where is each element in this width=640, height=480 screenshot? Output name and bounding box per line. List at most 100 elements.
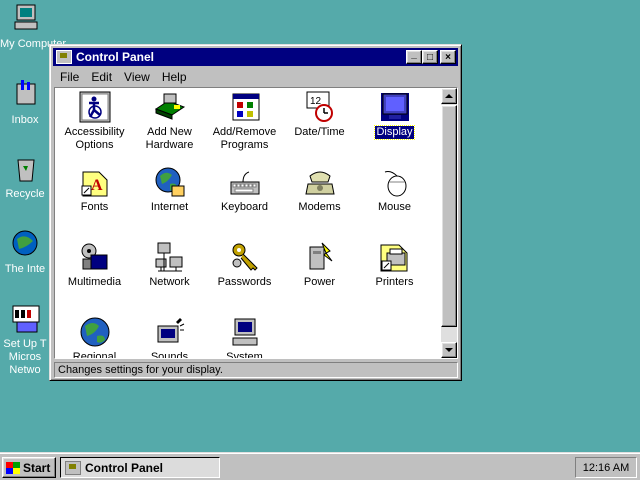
fonts-icon: A (79, 166, 111, 198)
close-icon: × (445, 51, 451, 63)
cp-item-label: System (226, 351, 263, 359)
cp-item-label: Programs (220, 139, 269, 151)
control-panel-icon[interactable] (56, 50, 72, 64)
menu-file[interactable]: File (54, 70, 85, 84)
cp-item-label: Regional (72, 351, 117, 359)
cp-item-add-remove-programs[interactable]: Add/Remove Programs (207, 91, 282, 152)
cp-item-sounds[interactable]: Sounds (132, 316, 207, 359)
cp-item-label: Mouse (377, 201, 412, 213)
window-title: Control Panel (76, 50, 155, 64)
cp-item-label: Add/Remove (212, 126, 277, 138)
minimize-icon: _ (411, 48, 417, 60)
cp-item-label: Sounds (150, 351, 189, 359)
cp-item-add-new-hardware[interactable]: Add New Hardware (132, 91, 207, 152)
internet-explorer-icon (9, 227, 41, 259)
desktop-icon-my-computer[interactable]: My Computer (0, 2, 67, 51)
desktop-icon-label: Recycle (5, 188, 45, 200)
menu-help[interactable]: Help (156, 70, 193, 84)
cp-item-label: Keyboard (220, 201, 269, 213)
svg-text:A: A (91, 177, 103, 194)
desktop-icon-internet[interactable]: The Inte (0, 227, 50, 276)
cp-item-label: Printers (375, 276, 414, 288)
scroll-down-button[interactable] (441, 342, 457, 358)
cp-item-system[interactable]: System (207, 316, 282, 359)
modem-icon (304, 166, 336, 198)
desktop-icon-label: Inbox (11, 114, 39, 126)
menu-bar: File Edit View Help (54, 68, 193, 86)
cp-item-date-time[interactable]: 12 Date/Time (282, 91, 357, 139)
network-icon (154, 241, 186, 273)
cp-item-label: Multimedia (67, 276, 122, 288)
title-bar[interactable]: Control Panel _ □ × (53, 48, 458, 66)
add-hardware-icon (154, 91, 186, 123)
arrow-up-icon (445, 94, 453, 98)
internet-icon (154, 166, 186, 198)
taskbar: Start Control Panel 12:16 AM (0, 452, 640, 480)
cp-item-label: Modems (298, 201, 341, 213)
desktop-icon-label: My Computer (0, 38, 67, 50)
cp-item-accessibility-options[interactable]: Accessibility Options (57, 91, 132, 152)
inbox-icon (9, 78, 41, 110)
taskbar-button-label: Control Panel (85, 460, 164, 475)
control-panel-icon (65, 460, 81, 475)
multimedia-icon (79, 241, 111, 273)
desktop-icon-inbox[interactable]: Inbox (0, 78, 50, 127)
desktop-icon-label: The Inte (4, 263, 46, 275)
cp-item-network[interactable]: Network (132, 241, 207, 289)
cp-item-label: Internet (150, 201, 189, 213)
close-button[interactable]: × (440, 50, 456, 64)
control-panel-window[interactable]: Control Panel _ □ × File Edit View Help … (49, 44, 462, 381)
sounds-icon (154, 316, 186, 348)
cp-item-label: Network (149, 276, 190, 288)
taskbar-button-control-panel[interactable]: Control Panel (60, 457, 220, 478)
cp-item-label: Date/Time (294, 126, 345, 138)
cp-item-label: Options (75, 139, 114, 151)
cp-item-label: Display (374, 125, 415, 140)
printers-icon (379, 241, 411, 273)
cp-item-label: Add New (147, 126, 192, 138)
windows-logo-icon (6, 461, 20, 474)
maximize-icon: □ (426, 51, 434, 63)
maximize-button[interactable]: □ (422, 50, 438, 64)
cp-item-passwords[interactable]: Passwords (207, 241, 282, 289)
my-computer-icon (9, 2, 41, 34)
cp-item-multimedia[interactable]: Multimedia (57, 241, 132, 289)
clock: 12:16 AM (582, 461, 630, 474)
cp-item-mouse[interactable]: Mouse (357, 166, 432, 214)
scroll-up-button[interactable] (441, 88, 457, 104)
mouse-icon (379, 166, 411, 198)
system-icon (229, 316, 261, 348)
keyboard-icon (229, 166, 261, 198)
cp-item-keyboard[interactable]: Keyboard (207, 166, 282, 214)
cp-item-label: Accessibility (64, 126, 125, 138)
add-remove-programs-icon (229, 91, 261, 123)
recycle-bin-icon (9, 152, 41, 184)
menu-view[interactable]: View (118, 70, 156, 84)
system-tray[interactable]: 12:16 AM (575, 457, 637, 478)
scroll-thumb[interactable] (441, 105, 457, 327)
regional-settings-icon (79, 316, 111, 348)
cp-item-modems[interactable]: Modems (282, 166, 357, 214)
date-time-icon: 12 (304, 91, 336, 123)
desktop-icon-label: Netwo (9, 364, 41, 376)
cp-item-regional-settings[interactable]: Regional (57, 316, 132, 359)
cp-item-power[interactable]: Power (282, 241, 357, 289)
cp-item-label: Passwords (217, 276, 272, 288)
control-panel-content: Accessibility Options Add New Hardware A… (54, 87, 458, 359)
msn-icon (9, 302, 41, 334)
start-label: Start (23, 460, 51, 475)
desktop-icon-msn-setup[interactable]: Set Up T Micros Netwo (0, 302, 50, 377)
cp-item-fonts[interactable]: A Fonts (57, 166, 132, 214)
vertical-scrollbar[interactable] (441, 88, 457, 358)
cp-item-label: Fonts (80, 201, 109, 213)
desktop-icon-recycle-bin[interactable]: Recycle (0, 152, 50, 201)
cp-item-display[interactable]: Display (357, 91, 432, 140)
minimize-button[interactable]: _ (406, 48, 422, 64)
cp-item-label: Hardware (145, 139, 194, 151)
desktop-icon-label: Micros (8, 351, 42, 363)
menu-edit[interactable]: Edit (85, 70, 118, 84)
start-button[interactable]: Start (2, 457, 56, 478)
cp-item-internet[interactable]: Internet (132, 166, 207, 214)
cp-item-printers[interactable]: Printers (357, 241, 432, 289)
arrow-down-icon (445, 348, 453, 352)
